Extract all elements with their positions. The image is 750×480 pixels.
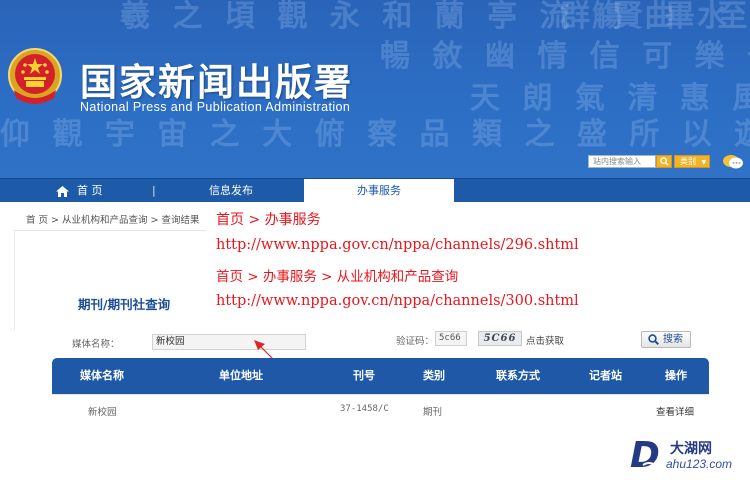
column-header-station: 记者站	[589, 369, 622, 382]
site-title: 国家新闻出版署	[80, 61, 353, 104]
nav-separator: |	[152, 184, 156, 197]
home-icon	[56, 185, 69, 197]
nav-services-tab[interactable]: 办事服务	[304, 179, 454, 202]
cell-media-name: 新校园	[88, 407, 117, 418]
search-button[interactable]: 搜索	[641, 331, 691, 348]
site-search-button[interactable]	[656, 155, 672, 168]
breadcrumb[interactable]: 首 页 > 从业机构和产品查询 > 查询结果	[26, 212, 200, 226]
watermark-logo-icon: D	[630, 435, 660, 473]
column-header-category: 类别	[423, 369, 445, 382]
annotation-path-query: 首页 > 办事服务 > 从业机构和产品查询	[216, 269, 459, 285]
view-detail-link[interactable]: 查看详细	[656, 404, 694, 418]
watermark-name: 大湖网	[670, 441, 712, 457]
cell-issn: 37-1458/C	[340, 404, 389, 414]
media-name-input[interactable]: 新校园	[152, 334, 306, 350]
results-table-header: 媒体名称 单位地址 刊号 类别 联系方式 记者站 操作	[52, 358, 709, 394]
category-label: 类别	[680, 157, 696, 166]
chat-bubble-icon[interactable]	[722, 153, 744, 171]
category-dropdown[interactable]: 类别 ▼	[674, 155, 710, 168]
divider-vertical	[14, 231, 15, 331]
media-name-label: 媒体名称：	[72, 339, 120, 350]
nav-home-label: 首 页	[77, 184, 103, 197]
column-header-action: 操作	[665, 369, 687, 382]
annotation-path-services: 首页 > 办事服务	[216, 212, 321, 228]
annotation-url-services: http://www.nppa.gov.cn/nppa/channels/296…	[216, 237, 579, 253]
annotation-url-query: http://www.nppa.gov.cn/nppa/channels/300…	[216, 293, 579, 309]
cell-category: 期刊	[423, 407, 443, 418]
divider	[14, 230, 206, 231]
column-header-contact: 联系方式	[496, 369, 540, 382]
column-header-media-name: 媒体名称	[80, 369, 124, 382]
search-icon	[659, 157, 669, 166]
section-title: 期刊/期刊社查询	[78, 297, 171, 312]
column-header-issn: 刊号	[353, 369, 375, 382]
nav-info-release[interactable]: 信息发布	[209, 179, 253, 202]
captcha-image[interactable]: 5C66	[478, 331, 522, 346]
national-emblem-icon	[8, 48, 62, 104]
site-search-input[interactable]: 站内搜索输入	[588, 155, 656, 168]
watermark-url: ahu123.com	[666, 457, 733, 471]
main-nav: 首 页 | 信息发布 办事服务	[0, 178, 750, 202]
site-subtitle: National Press and Publication Administr…	[80, 100, 351, 114]
chevron-down-icon: ▼	[701, 159, 707, 166]
captcha-input[interactable]: 5c66	[435, 331, 467, 346]
nav-home[interactable]: 首 页	[56, 179, 103, 202]
table-row-divider	[52, 394, 709, 395]
captcha-label: 验证码：	[396, 336, 435, 347]
captcha-refresh-link[interactable]: 点击获取	[526, 333, 564, 347]
magnifier-icon	[648, 334, 659, 345]
svg-text:D: D	[630, 435, 660, 473]
column-header-address: 单位地址	[219, 369, 263, 382]
search-button-label: 搜索	[663, 334, 683, 345]
header-banner: 羲 之 頃 觀 永 和 蘭 亭 流 觴 曲 水 暢 敘 幽 情 信 可 樂 也 …	[0, 0, 750, 178]
